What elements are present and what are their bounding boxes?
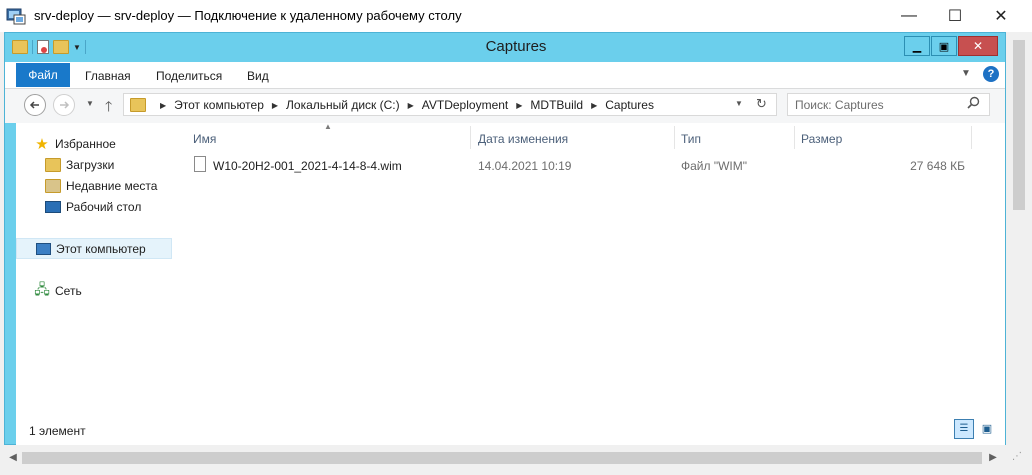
nav-item-recent[interactable]: Недавние места: [45, 175, 172, 196]
nav-item-label: Загрузки: [66, 157, 115, 172]
address-dropdown-chevron-icon[interactable]: ▼: [735, 99, 743, 108]
tab-share[interactable]: Поделиться: [156, 69, 222, 83]
scroll-left-arrow-icon[interactable]: ◀: [6, 451, 20, 465]
breadcrumb-avtdeployment[interactable]: AVTDeployment: [422, 98, 508, 112]
sort-ascending-icon: ▲: [324, 122, 332, 131]
item-count: 1 элемент: [29, 424, 86, 438]
help-icon[interactable]: ?: [983, 66, 999, 82]
star-icon: ★: [35, 135, 49, 153]
nav-item-desktop[interactable]: Рабочий стол: [45, 196, 172, 217]
nav-item-favorites[interactable]: ★ Избранное: [34, 133, 172, 154]
nav-item-label: Избранное: [55, 136, 116, 151]
explorer-minimize-button[interactable]: ▁: [904, 36, 930, 56]
recent-places-icon: [45, 178, 61, 193]
desktop-icon: [45, 200, 61, 214]
forward-button[interactable]: [53, 94, 75, 116]
breadcrumb-mdtbuild[interactable]: MDTBuild: [530, 98, 583, 112]
breadcrumb-captures[interactable]: Captures: [605, 98, 654, 112]
nav-item-label: Сеть: [55, 283, 82, 298]
file-icon: [194, 156, 206, 172]
breadcrumb-separator-icon[interactable]: ▶: [160, 101, 166, 110]
breadcrumb-separator-icon[interactable]: ▶: [516, 101, 522, 110]
tab-file[interactable]: Файл: [16, 63, 70, 87]
scroll-right-arrow-icon[interactable]: ▶: [986, 451, 1000, 465]
refresh-icon[interactable]: ↻: [756, 96, 767, 112]
file-name[interactable]: W10-20H2-001_2021-4-14-8-4.wim: [213, 159, 402, 173]
file-date: 14.04.2021 10:19: [478, 159, 572, 173]
computer-icon: [35, 242, 51, 256]
column-header-date[interactable]: Дата изменения: [478, 129, 568, 149]
breadcrumb-separator-icon[interactable]: ▶: [272, 101, 278, 110]
search-placeholder: Поиск: Captures: [795, 98, 884, 112]
remote-desktop-icon: [6, 7, 26, 25]
breadcrumb-separator-icon[interactable]: ▶: [408, 101, 414, 110]
up-arrow-icon[interactable]: 🡑: [105, 96, 112, 120]
explorer-close-button[interactable]: ✕: [958, 36, 998, 56]
nav-item-label: Рабочий стол: [66, 199, 142, 214]
vertical-scrollbar-thumb[interactable]: [1013, 40, 1025, 210]
column-divider[interactable]: [470, 126, 471, 149]
nav-item-downloads[interactable]: Загрузки: [45, 154, 172, 175]
tab-home[interactable]: Главная: [85, 69, 131, 83]
details-view-icon[interactable]: ☰: [954, 419, 974, 439]
minimize-button[interactable]: —: [886, 0, 932, 32]
column-divider[interactable]: [794, 126, 795, 149]
close-button[interactable]: ✕: [978, 0, 1024, 32]
explorer-maximize-button[interactable]: ▣: [931, 36, 957, 56]
file-type: Файл "WIM": [681, 159, 748, 173]
tab-view[interactable]: Вид: [247, 69, 269, 83]
breadcrumb-separator-icon[interactable]: ▶: [591, 101, 597, 110]
horizontal-scrollbar-thumb[interactable]: [22, 452, 982, 464]
nav-item-label: Этот компьютер: [56, 241, 146, 256]
downloads-folder-icon: [45, 157, 61, 172]
breadcrumb-this-pc[interactable]: Этот компьютер: [174, 98, 264, 112]
nav-item-this-pc[interactable]: Этот компьютер: [16, 238, 172, 259]
breadcrumb: ▶ Этот компьютер ▶ Локальный диск (C:) ▶…: [130, 98, 654, 112]
column-header-size[interactable]: Размер: [801, 129, 842, 149]
resize-grip-icon[interactable]: ⋰: [1012, 451, 1028, 467]
breadcrumb-local-disk[interactable]: Локальный диск (C:): [286, 98, 400, 112]
column-header-name[interactable]: Имя: [193, 129, 216, 149]
nav-item-label: Недавние места: [66, 178, 158, 193]
column-divider[interactable]: [971, 126, 972, 149]
back-arrow-icon: [29, 101, 39, 109]
maximize-button[interactable]: ☐: [932, 0, 978, 32]
explorer-title: Captures: [485, 38, 547, 55]
file-size: 27 648 КБ: [910, 159, 965, 173]
status-bar: [16, 415, 1005, 445]
expand-ribbon-chevron-icon[interactable]: ▼: [961, 68, 971, 79]
large-icons-view-icon[interactable]: ▣: [977, 419, 997, 439]
column-divider[interactable]: [674, 126, 675, 149]
ribbon-tabs: [5, 62, 1005, 88]
folder-icon: [130, 98, 146, 112]
window-title: srv-deploy — srv-deploy — Подключение к …: [34, 8, 462, 23]
recent-locations-chevron-icon[interactable]: ▼: [86, 99, 94, 108]
forward-arrow-icon: [60, 101, 70, 109]
back-button[interactable]: [24, 94, 46, 116]
search-icon[interactable]: [967, 96, 980, 112]
network-icon: 🖧: [34, 280, 50, 297]
nav-item-network[interactable]: 🖧 Сеть: [34, 280, 172, 301]
column-header-type[interactable]: Тип: [681, 129, 701, 149]
